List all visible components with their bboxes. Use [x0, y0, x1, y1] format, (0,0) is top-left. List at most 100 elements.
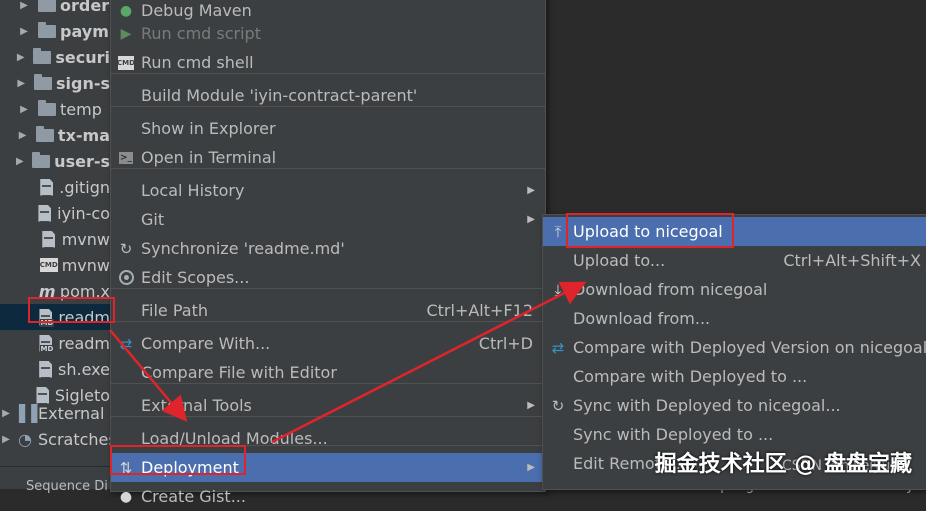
- tree-item-label: paym: [60, 21, 109, 41]
- external-libraries-item[interactable]: ▶ ▐▐ External: [0, 400, 104, 426]
- expand-arrow-icon[interactable]: ▶: [18, 0, 30, 11]
- expand-arrow-icon[interactable]: ▶: [18, 26, 30, 37]
- tree-item-label: order: [60, 0, 110, 15]
- menu-item-synchronize-readme-md[interactable]: ↻ Synchronize 'readme.md': [111, 234, 545, 263]
- menu-item-label: Upload to...: [573, 251, 666, 270]
- tree-item[interactable]: ▶ temp: [0, 96, 110, 122]
- menu-item-label: Sync with Deployed to ...: [573, 425, 774, 444]
- menu-item-label: External Tools: [141, 396, 252, 415]
- juejin-watermark: 掘金技术社区 @ 盘盘宝藏: [654, 452, 912, 477]
- scope-icon: [117, 269, 135, 287]
- tree-item[interactable]: ▶ user-s: [0, 148, 110, 174]
- library-icon: ▐▐: [12, 403, 38, 423]
- tree-item[interactable]: CMD mvnw: [0, 252, 110, 278]
- run-icon: ▶: [120, 25, 132, 42]
- folder-icon: [35, 125, 54, 145]
- tree-item[interactable]: ▶ order: [0, 0, 110, 18]
- tree-item-label: iyin-co: [57, 203, 110, 223]
- menu-item-label: Compare with Deployed Version on nicegoa…: [573, 338, 926, 357]
- menu-separator: [111, 168, 545, 169]
- menu-item-run-cmd-script[interactable]: ▶ Run cmd script: [111, 19, 545, 48]
- tree-item-label: .gitign: [59, 177, 110, 197]
- menu-item-label: Download from nicegoal: [573, 280, 768, 299]
- menu-separator: [111, 416, 545, 417]
- menu-item-label: Download from...: [573, 309, 711, 328]
- tree-item-label: sign-s: [55, 73, 110, 93]
- tree-item[interactable]: ▶ securi: [0, 44, 110, 70]
- menu-item-git[interactable]: Git ▶: [111, 205, 545, 234]
- menu-item-label: Compare With...: [141, 334, 271, 353]
- menu-item-label: Debug Maven: [141, 1, 252, 20]
- menu-separator: [111, 73, 545, 74]
- deploy-item-upload-to[interactable]: Upload to... Ctrl+Alt+Shift+X: [543, 246, 926, 275]
- file-icon: [37, 359, 54, 379]
- deploy-item-sync-with-deployed-to-nicegoal[interactable]: ↻ Sync with Deployed to nicegoal...: [543, 391, 926, 420]
- tree-item[interactable]: sh.exe: [0, 356, 110, 382]
- debug-icon: ●: [119, 2, 133, 19]
- menu-item-label: Run cmd script: [141, 24, 261, 43]
- menu-item-label: Build Module 'iyin-contract-parent': [141, 86, 418, 105]
- tree-item[interactable]: .gitign: [0, 174, 110, 200]
- expand-arrow-icon[interactable]: ▶: [17, 130, 28, 141]
- tree-item[interactable]: MD readm: [0, 330, 110, 356]
- tree-item-label: sh.exe: [58, 359, 110, 379]
- submenu-arrow-icon: ▶: [527, 214, 535, 225]
- file-icon: [37, 203, 53, 223]
- shortcut-label: Ctrl+D: [478, 334, 533, 353]
- shortcut-label: Ctrl+Alt+F12: [426, 301, 533, 320]
- tree-item[interactable]: ▶ paym: [0, 18, 110, 44]
- menu-separator: [111, 288, 545, 289]
- submenu-arrow-icon: ▶: [527, 185, 535, 196]
- scratches-icon: ◔: [18, 429, 32, 449]
- tree-item-label: securi: [55, 47, 110, 67]
- tree-item[interactable]: iyin-co: [0, 200, 110, 226]
- submenu-arrow-icon: ▶: [527, 462, 535, 473]
- annotation-box-deployment: [110, 445, 246, 475]
- menu-item-label: File Path: [141, 301, 209, 320]
- expand-arrow-icon[interactable]: ▶: [0, 434, 12, 445]
- expand-arrow-icon[interactable]: ▶: [0, 408, 12, 419]
- menu-item-label: Compare with Deployed to ...: [573, 367, 808, 386]
- expand-arrow-icon[interactable]: ▶: [15, 156, 25, 167]
- sync-icon: ↻: [551, 396, 565, 415]
- compare-icon: ⇄: [119, 334, 133, 353]
- folder-icon: [38, 21, 56, 41]
- folder-icon: [33, 47, 52, 67]
- deploy-item-sync-with-deployed-to[interactable]: Sync with Deployed to ...: [543, 420, 926, 449]
- expand-arrow-icon[interactable]: ▶: [16, 52, 26, 63]
- tree-item[interactable]: ▶ tx-ma: [0, 122, 110, 148]
- expand-arrow-icon[interactable]: ▶: [16, 78, 27, 89]
- tree-item[interactable]: mvnw: [0, 226, 110, 252]
- menu-item-label: Synchronize 'readme.md': [141, 239, 345, 258]
- menu-item-label: Create Gist...: [141, 487, 246, 506]
- terminal-icon: >_: [119, 151, 133, 164]
- menu-item-compare-with[interactable]: ⇄ Compare With... Ctrl+D: [111, 329, 545, 358]
- folder-icon: [38, 99, 56, 119]
- tree-item-label: readm: [58, 333, 110, 353]
- annotation-box-readme: [28, 297, 115, 323]
- deploy-item-compare-with-deployed-to[interactable]: Compare with Deployed to ...: [543, 362, 926, 391]
- file-icon: [40, 229, 58, 249]
- tree-item-label: user-s: [54, 151, 110, 171]
- sequence-diagram-tab[interactable]: Sequence Di: [26, 479, 108, 494]
- tree-item[interactable]: ▶ sign-s: [0, 70, 110, 96]
- menu-item-label: Show in Explorer: [141, 119, 276, 138]
- upload-icon: ⤒: [554, 222, 562, 241]
- deploy-item-download-from-nicegoal[interactable]: ⤓ Download from nicegoal: [543, 275, 926, 304]
- context-menu: ● Debug Maven ▶ Run cmd script CMD Run cmd sh…: [110, 0, 546, 506]
- sync-icon: ↻: [119, 239, 133, 258]
- menu-item-local-history[interactable]: Local History ▶: [111, 176, 545, 205]
- tree-item-label: tx-ma: [57, 125, 110, 145]
- cmd-icon: CMD: [117, 54, 135, 72]
- menu-item-create-gist[interactable]: ● Create Gist...: [111, 482, 545, 511]
- scratches-item[interactable]: ▶ ◔ Scratches: [0, 426, 117, 452]
- menu-item-label: Run cmd shell: [141, 53, 254, 72]
- tree-item-label: temp: [60, 99, 102, 119]
- expand-arrow-icon[interactable]: ▶: [18, 104, 30, 115]
- submenu-arrow-icon: ▶: [527, 400, 535, 411]
- deploy-item-download-from[interactable]: Download from...: [543, 304, 926, 333]
- tree-item-label: External: [38, 403, 105, 423]
- menu-item-show-in-explorer[interactable]: Show in Explorer: [111, 114, 545, 143]
- shortcut-label: Ctrl+Alt+Shift+X: [783, 251, 921, 270]
- deploy-item-compare-with-deployed-version-on-nicegoal[interactable]: ⇄ Compare with Deployed Version on nicego…: [543, 333, 926, 362]
